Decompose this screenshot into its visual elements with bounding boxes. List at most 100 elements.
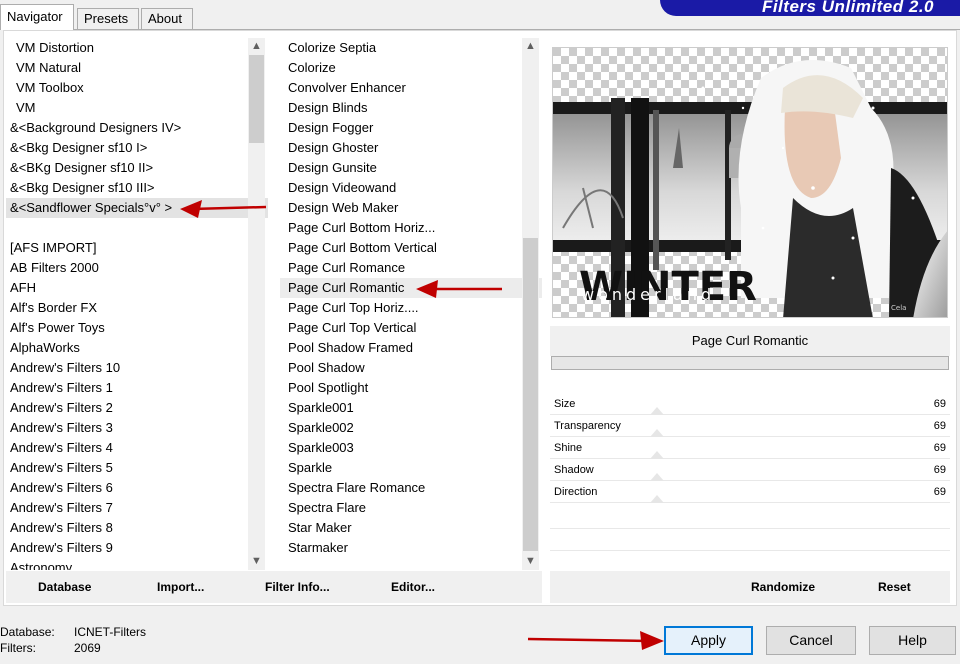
filter-item[interactable]: Sparkle003: [280, 438, 542, 458]
category-item[interactable]: &<Background Designers IV>: [6, 118, 268, 138]
tab-navigator[interactable]: Navigator: [0, 4, 74, 30]
param-slider-knob-icon[interactable]: [650, 451, 664, 459]
help-button[interactable]: Help: [869, 626, 956, 655]
filter-item[interactable]: Star Maker: [280, 518, 542, 538]
category-item[interactable]: VM Distortion: [6, 38, 268, 58]
status-database-row: Database: ICNET-Filters: [0, 624, 146, 640]
filter-item[interactable]: Page Curl Bottom Horiz...: [280, 218, 542, 238]
tab-about[interactable]: About: [141, 8, 193, 29]
category-item[interactable]: Astronomy: [6, 558, 268, 570]
filter-item[interactable]: Design Blinds: [280, 98, 542, 118]
category-item[interactable]: &<Sandflower Specials°v° >: [6, 198, 268, 218]
preview-tagline: wonderland: [581, 285, 715, 304]
category-item[interactable]: VM Toolbox: [6, 78, 268, 98]
status-filters-row: Filters: 2069: [0, 640, 146, 656]
reset-button[interactable]: Reset: [878, 580, 911, 594]
filter-item[interactable]: Page Curl Romantic: [280, 278, 542, 298]
filter-item[interactable]: Sparkle001: [280, 398, 542, 418]
filter-item[interactable]: Sparkle: [280, 458, 542, 478]
status-database-value: ICNET-Filters: [74, 625, 146, 639]
category-item[interactable]: Andrew's Filters 9: [6, 538, 268, 558]
param-slider-knob-icon[interactable]: [650, 407, 664, 415]
filter-item[interactable]: Design Fogger: [280, 118, 542, 138]
category-item[interactable]: Andrew's Filters 8: [6, 518, 268, 538]
database-button[interactable]: Database: [38, 580, 91, 594]
brand-title: Filters Unlimited 2.0: [761, 0, 934, 16]
brand-banner: Filters Unlimited 2.0: [660, 0, 960, 16]
filter-item[interactable]: Page Curl Romance: [280, 258, 542, 278]
apply-button[interactable]: Apply: [664, 626, 753, 655]
param-row-transparency[interactable]: Transparency 69: [550, 415, 950, 437]
param-slider-knob-icon[interactable]: [650, 429, 664, 437]
param-slider-knob-icon[interactable]: [650, 473, 664, 481]
category-item[interactable]: AlphaWorks: [6, 338, 268, 358]
category-item[interactable]: Andrew's Filters 3: [6, 418, 268, 438]
category-item[interactable]: Andrew's Filters 5: [6, 458, 268, 478]
filter-item[interactable]: Page Curl Top Vertical: [280, 318, 542, 338]
filter-scrollbar[interactable]: ▲ ▼: [522, 38, 539, 570]
category-item[interactable]: [AFS IMPORT]: [6, 238, 268, 258]
category-item[interactable]: [6, 218, 268, 238]
help-button-label: Help: [898, 632, 927, 648]
filter-item[interactable]: Design Gunsite: [280, 158, 542, 178]
status-filters-value: 2069: [74, 641, 101, 655]
category-item[interactable]: Andrew's Filters 10: [6, 358, 268, 378]
category-list[interactable]: VM Distortion VM Natural VM Toolbox VM &<Bac…: [6, 38, 268, 570]
category-scroll-down-icon[interactable]: ▼: [248, 553, 265, 570]
param-slider-knob-icon[interactable]: [650, 495, 664, 503]
filter-item[interactable]: Sparkle002: [280, 418, 542, 438]
status-database-label: Database:: [0, 625, 55, 639]
category-scroll-up-icon[interactable]: ▲: [248, 38, 265, 55]
filter-item[interactable]: Colorize: [280, 58, 542, 78]
filter-item[interactable]: Pool Shadow Framed: [280, 338, 542, 358]
category-item[interactable]: Andrew's Filters 4: [6, 438, 268, 458]
filter-item[interactable]: Design Web Maker: [280, 198, 542, 218]
filter-scroll-down-icon[interactable]: ▼: [522, 553, 539, 570]
filter-item[interactable]: Page Curl Bottom Vertical: [280, 238, 542, 258]
category-item[interactable]: VM Natural: [6, 58, 268, 78]
category-item[interactable]: Andrew's Filters 6: [6, 478, 268, 498]
filter-item[interactable]: Page Curl Top Horiz....: [280, 298, 542, 318]
parameter-panel: Size 69 Transparency 69 Shine 69 Shadow 69 Direc…: [550, 372, 950, 604]
filter-item[interactable]: Colorize Septia: [280, 38, 542, 58]
category-item[interactable]: AB Filters 2000: [6, 258, 268, 278]
param-row-shine[interactable]: Shine 69: [550, 437, 950, 459]
category-item[interactable]: Andrew's Filters 1: [6, 378, 268, 398]
param-row-size[interactable]: Size 69: [550, 393, 950, 415]
filter-item[interactable]: Starmaker: [280, 538, 542, 558]
category-scrollbar[interactable]: ▲ ▼: [248, 38, 265, 570]
tab-presets[interactable]: Presets: [77, 8, 139, 29]
filter-list[interactable]: Colorize Septia Colorize Convolver Enhance…: [280, 38, 542, 570]
import-button[interactable]: Import...: [157, 580, 204, 594]
tab-about-label: About: [148, 11, 182, 26]
filter-item[interactable]: Pool Shadow: [280, 358, 542, 378]
filter-item[interactable]: Design Videowand: [280, 178, 542, 198]
parameter-separator: [550, 528, 950, 529]
category-item[interactable]: &<Bkg Designer sf10 III>: [6, 178, 268, 198]
cancel-button[interactable]: Cancel: [766, 626, 856, 655]
param-row-direction[interactable]: Direction 69: [550, 481, 950, 503]
category-item[interactable]: Andrew's Filters 2: [6, 398, 268, 418]
randomize-button[interactable]: Randomize: [751, 580, 815, 594]
filter-info-button[interactable]: Filter Info...: [265, 580, 330, 594]
category-item[interactable]: Alf's Power Toys: [6, 318, 268, 338]
category-item[interactable]: Andrew's Filters 7: [6, 498, 268, 518]
filter-item[interactable]: Spectra Flare: [280, 498, 542, 518]
param-row-shadow[interactable]: Shadow 69: [550, 459, 950, 481]
category-item[interactable]: VM: [6, 98, 268, 118]
category-item[interactable]: &<BKg Designer sf10 II>: [6, 158, 268, 178]
category-scroll-thumb[interactable]: [249, 55, 264, 143]
filter-scroll-up-icon[interactable]: ▲: [522, 38, 539, 55]
filter-item[interactable]: Design Ghoster: [280, 138, 542, 158]
category-item[interactable]: Alf's Border FX: [6, 298, 268, 318]
database-button-label: Database: [38, 580, 92, 594]
arrow-apply-icon: [527, 631, 664, 650]
param-value: 69: [933, 398, 946, 410]
category-item[interactable]: &<Bkg Designer sf10 I>: [6, 138, 268, 158]
filter-scroll-thumb[interactable]: [523, 238, 538, 551]
filter-item[interactable]: Spectra Flare Romance: [280, 478, 542, 498]
filter-item[interactable]: Convolver Enhancer: [280, 78, 542, 98]
editor-button[interactable]: Editor...: [391, 580, 435, 594]
category-item[interactable]: AFH: [6, 278, 268, 298]
filter-item[interactable]: Pool Spotlight: [280, 378, 542, 398]
